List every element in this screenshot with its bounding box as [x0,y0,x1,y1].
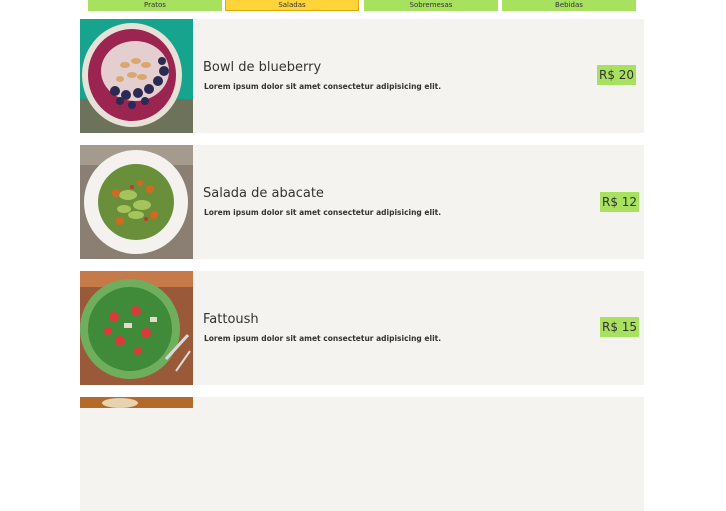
price-badge: R$ 15 [600,317,640,337]
menu-item-card[interactable]: Salada de abacate Lorem ipsum dolor sit … [80,145,644,259]
item-description: Lorem ipsum dolor sit amet consectetur a… [204,82,442,91]
price-badge: R$ 12 [600,192,640,212]
item-name: Fattoush [203,312,259,327]
drink-image [80,397,193,511]
tab-sobremesas[interactable]: Sobremesas [364,0,498,11]
tab-saladas[interactable]: Saladas [225,0,359,11]
menu-item-card[interactable] [80,397,644,511]
category-tabs: Pratos Saladas Sobremesas Bebidas [0,0,726,12]
avocado-salad-image [80,145,193,259]
menu-item-card[interactable]: Fattoush Lorem ipsum dolor sit amet cons… [80,271,644,385]
item-description: Lorem ipsum dolor sit amet consectetur a… [204,334,442,343]
fattoush-salad-image [80,271,193,385]
item-name: Bowl de blueberry [203,60,322,75]
blueberry-bowl-image [80,19,193,133]
menu-item-card[interactable]: Bowl de blueberry Lorem ipsum dolor sit … [80,19,644,133]
item-name: Salada de abacate [203,186,324,201]
price-badge: R$ 20 [597,65,637,85]
tab-bebidas[interactable]: Bebidas [502,0,636,11]
item-description: Lorem ipsum dolor sit amet consectetur a… [204,208,442,217]
tab-pratos[interactable]: Pratos [88,0,222,11]
